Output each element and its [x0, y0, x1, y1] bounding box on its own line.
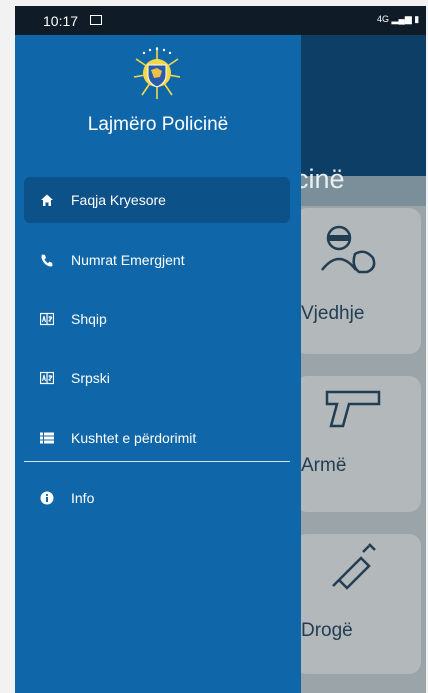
menu-item-shqip[interactable]: Shqip: [24, 296, 290, 342]
menu-item-label: Numrat Emergjent: [71, 252, 185, 268]
status-icons: 4G ▂▄▆ ▮: [377, 14, 419, 25]
navigation-drawer: Lajmëro Policinë Faqja Kryesore Numrat E…: [15, 35, 301, 693]
home-icon: [41, 194, 53, 206]
menu-item-label: Info: [71, 490, 95, 506]
list-icon: [40, 432, 54, 444]
network-label: 4G: [377, 14, 390, 24]
language-icon: [40, 371, 54, 385]
menu-item-faqja-kryesore[interactable]: Faqja Kryesore: [24, 177, 290, 223]
card-label: Vjedhje: [301, 303, 365, 324]
background-title: cinë: [295, 164, 345, 194]
card-label: Armë: [301, 455, 347, 476]
language-icon: [40, 312, 54, 326]
police-emblem-icon: [133, 47, 181, 99]
signal-icon: ▂▄▆: [391, 14, 412, 24]
menu-item-label: Kushtet e përdorimit: [71, 430, 197, 446]
card-arme[interactable]: Armë: [295, 376, 421, 512]
app-title: Lajmëro Policinë: [87, 114, 229, 135]
menu-item-kushtet[interactable]: Kushtet e përdorimit: [24, 415, 290, 461]
menu-divider: [24, 461, 290, 462]
thief-icon: [321, 225, 376, 274]
menu-item-numrat-emergjent[interactable]: Numrat Emergjent: [24, 237, 290, 283]
phone-icon: [41, 254, 53, 267]
status-bar: 10:17 4G ▂▄▆ ▮: [15, 6, 426, 35]
menu-item-info[interactable]: Info: [24, 475, 290, 521]
menu-item-srpski[interactable]: Srpski: [24, 355, 290, 401]
card-vjedhje[interactable]: Vjedhje: [295, 208, 421, 354]
battery-icon: ▮: [414, 14, 420, 24]
menu-item-label: Shqip: [71, 311, 107, 327]
status-time: 10:17: [43, 13, 79, 29]
gun-icon: [325, 390, 381, 428]
menu-item-label: Srpski: [71, 370, 110, 386]
phone-screen: cinë Vjedhje Armë Drogë 10:17 4G ▂▄▆ ▮ L…: [15, 6, 426, 693]
info-icon: [40, 491, 54, 505]
card-droge[interactable]: Drogë: [295, 534, 421, 674]
syringe-icon: [332, 543, 376, 590]
menu-item-label: Faqja Kryesore: [71, 192, 166, 208]
image-notification-icon: [90, 15, 102, 25]
card-label: Drogë: [301, 620, 353, 641]
